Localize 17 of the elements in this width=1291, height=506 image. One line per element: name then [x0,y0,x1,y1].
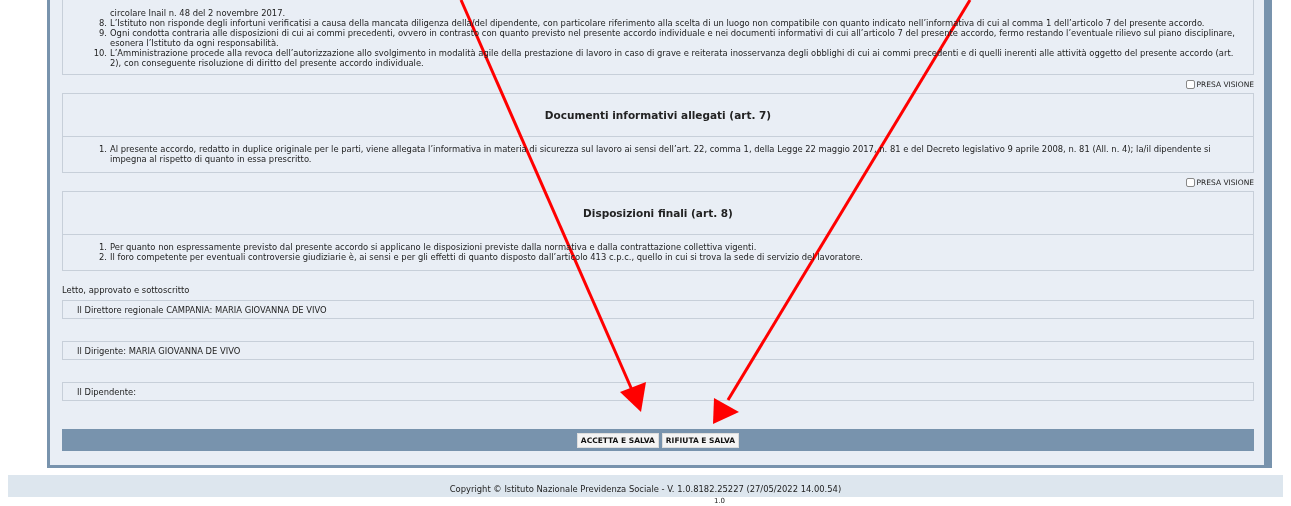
clause-text: Al presente accordo, redatto in duplice originale per le parti, viene allegata l’informativa in materia di sicurezza sul lavoro ai sensi dell’art. 22, comma 1, della Legge 22 maggio 2017, n. 81 e del Decreto legislativo 9 aprile 2008, n. 81 (All. n. 4); la/il dipendente si impegna al rispetto di quanto in essa prescritto. [110,144,1212,164]
item-number: 9. [98,28,107,40]
item-number: 10. [92,48,107,60]
acknowledgement-checkbox[interactable] [1185,177,1195,187]
clause-text: circolare Inail n. 48 del 2 novembre 2017. [110,8,287,18]
section-title: Disposizioni finali (art. 8) [63,192,1253,235]
acknowledgement-checkbox[interactable] [1185,79,1195,89]
item-number: 1. [98,144,107,156]
item-number: 2. [98,252,107,262]
item-number: 8. [98,18,107,28]
section-title: Documenti informativi allegati (art. 7) [63,94,1253,137]
signature-field: Il Direttore regionale CAMPANIA: MARIA GIOVANNA DE VIVO [62,300,1254,319]
item-number: 1. [98,242,107,252]
copyright-text: Copyright © Istituto Nazionale Previdenza Sociale - V. 1.0.8182.25227 (27/05/2022 14.00.54) [449,484,842,494]
signature-field: Il Dirigente: MARIA GIOVANNA DE VIVO [62,341,1254,360]
signature-field: Il Dipendente: [62,382,1254,401]
signature-caption: Letto, approvato e sottoscritto [62,285,191,295]
